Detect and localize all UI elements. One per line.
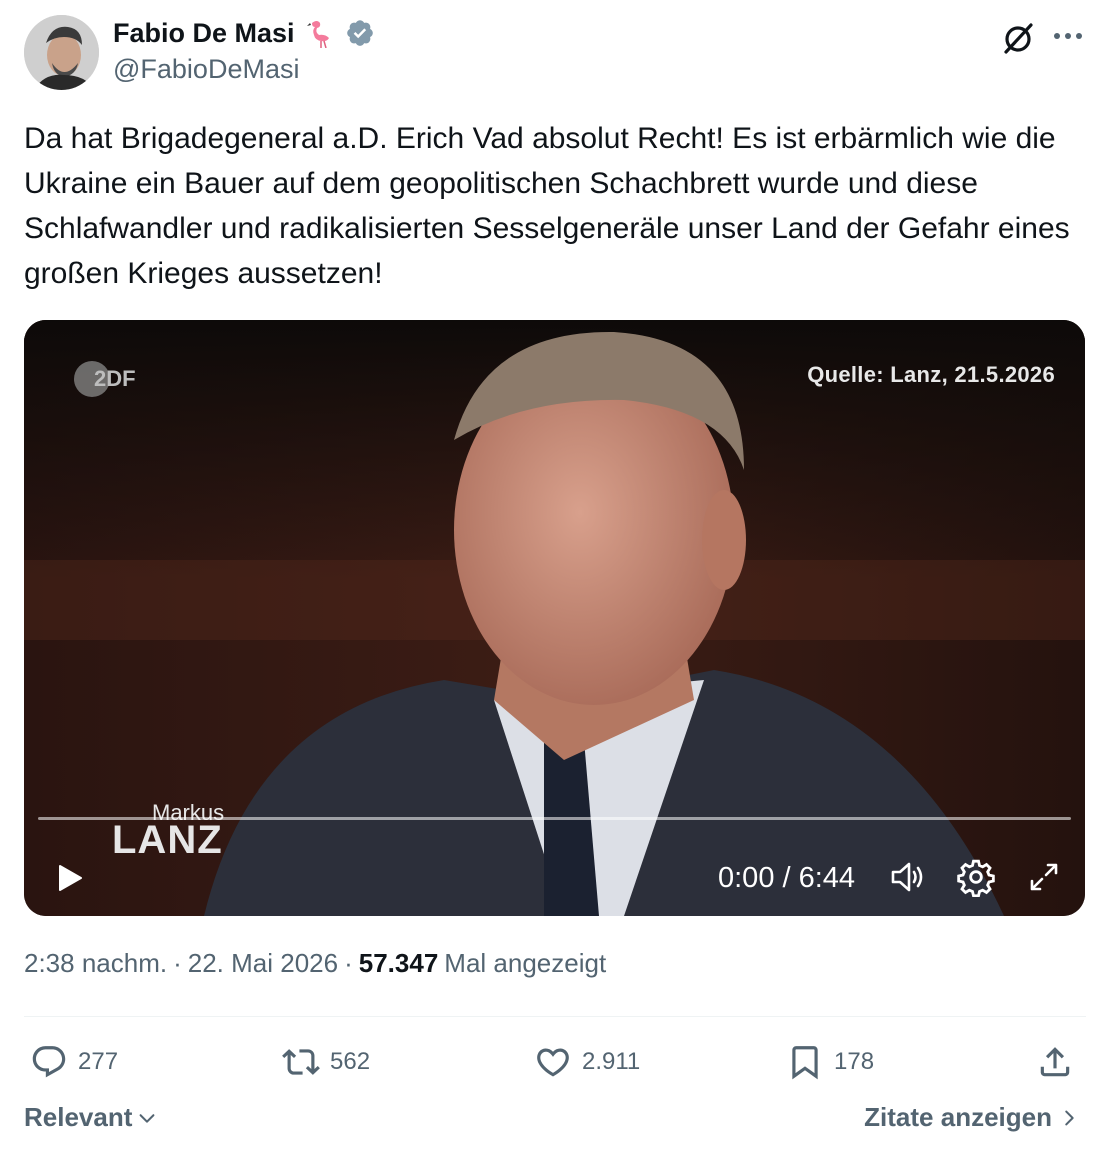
quotes-label: Zitate anzeigen: [864, 1102, 1052, 1132]
views-count: 57.347: [358, 948, 439, 978]
channel-logo-text: 2DF: [94, 366, 136, 391]
play-button[interactable]: [50, 858, 90, 898]
tweet-date[interactable]: 22. Mai 2026: [188, 948, 338, 979]
flamingo-icon: [306, 21, 329, 48]
grok-button[interactable]: [998, 18, 1038, 58]
share-icon: [1040, 1047, 1070, 1077]
volume-button[interactable]: [888, 857, 928, 897]
view-quotes-link[interactable]: Zitate anzeigen: [864, 1102, 1078, 1133]
more-options-button[interactable]: [1048, 18, 1088, 54]
avatar[interactable]: [24, 15, 99, 90]
like-button[interactable]: 2.911: [534, 1040, 640, 1084]
tweet-actions: 277 562 2.911 178: [0, 1040, 1102, 1084]
avatar-image: [24, 15, 99, 90]
tweet-text: Da hat Brigadegeneral a.D. Erich Vad abs…: [24, 122, 1078, 290]
chevron-right-icon: [1065, 1110, 1074, 1125]
author-handle[interactable]: @FabioDeMasi: [113, 54, 299, 85]
reply-icon: [32, 1046, 66, 1078]
bookmark-button[interactable]: 178: [786, 1040, 874, 1084]
fullscreen-button[interactable]: [1024, 857, 1064, 897]
tweet-meta: 2:38 nachm. · 22. Mai 2026 · 57.347 Mal …: [24, 948, 606, 979]
meta-separator: ·: [344, 948, 353, 978]
like-count: 2.911: [582, 1048, 641, 1075]
fullscreen-icon: [1030, 863, 1058, 891]
video-settings-button[interactable]: [956, 857, 996, 898]
show-logo-line2: LANZ: [112, 818, 223, 862]
video-player[interactable]: 2DF Quelle: Lanz, 21.5.2026 Markus LANZ …: [24, 320, 1085, 916]
author-name-row: Fabio De Masi: [113, 16, 375, 50]
sort-label: Relevant: [24, 1102, 133, 1132]
verified-badge-icon[interactable]: [345, 18, 375, 48]
views-label: Mal angezeigt: [444, 948, 607, 978]
volume-icon: [891, 862, 923, 892]
retweet-button[interactable]: 562: [282, 1040, 370, 1084]
grok-icon: [1004, 23, 1033, 54]
retweet-count: 562: [330, 1048, 371, 1075]
heart-icon: [537, 1048, 569, 1077]
video-timecode: 0:00 / 6:44: [718, 862, 856, 894]
sort-replies-dropdown[interactable]: Relevant: [24, 1102, 158, 1133]
more-options-icon: [1054, 33, 1082, 39]
meta-separator: ·: [173, 948, 182, 978]
divider: [24, 1016, 1086, 1017]
tweet-time[interactable]: 2:38 nachm.: [24, 948, 167, 979]
retweet-icon: [282, 1049, 320, 1075]
settings-icon: [957, 859, 995, 898]
video-source-label: Quelle: Lanz, 21.5.2026: [807, 362, 1055, 387]
bookmark-count: 178: [834, 1048, 875, 1075]
chevron-down-icon: [139, 1113, 155, 1123]
channel-logo: 2DF: [72, 358, 152, 400]
bookmark-icon: [792, 1046, 818, 1080]
show-logo: Markus LANZ: [112, 800, 242, 864]
play-icon: [59, 865, 82, 891]
author-display-name[interactable]: Fabio De Masi: [113, 18, 295, 49]
share-button[interactable]: [1036, 1040, 1074, 1084]
video-progress-bar[interactable]: [38, 817, 1071, 820]
reply-count: 277: [78, 1048, 119, 1075]
reply-button[interactable]: 277: [30, 1040, 118, 1084]
